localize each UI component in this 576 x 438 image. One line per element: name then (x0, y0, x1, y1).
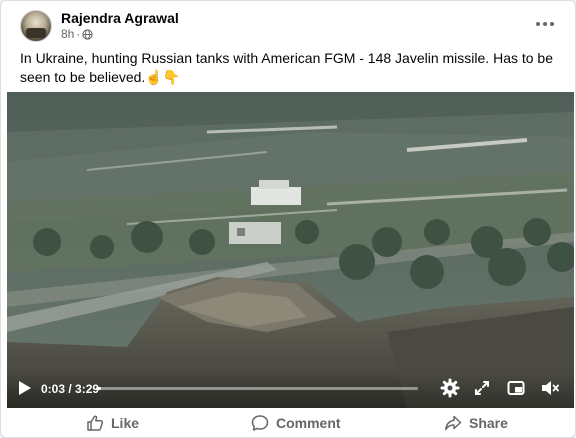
video-progress-bar[interactable] (96, 387, 418, 390)
post-timestamp[interactable]: 8h (61, 27, 74, 41)
post-card: Rajendra Agrawal 8h · In Ukraine, huntin… (0, 0, 576, 438)
post-caption: In Ukraine, hunting Russian tanks with A… (20, 50, 554, 85)
play-icon[interactable] (18, 380, 32, 396)
author-avatar[interactable] (20, 10, 52, 42)
fullscreen-icon[interactable] (472, 378, 492, 398)
settings-icon[interactable] (440, 378, 460, 398)
video-player[interactable]: 0:03 / 3:29 (7, 92, 574, 408)
comment-button[interactable]: Comment (251, 407, 341, 437)
thumbs-up-icon (87, 415, 104, 431)
post-meta: 8h · (61, 27, 93, 41)
video-progress-fill (96, 387, 101, 390)
video-frame (7, 92, 574, 408)
post-actions: Like Comment Share (1, 407, 575, 437)
more-horizontal-icon (536, 22, 540, 26)
globe-icon (82, 28, 93, 40)
more-options-button[interactable] (531, 13, 559, 35)
share-button[interactable]: Share (444, 407, 508, 437)
post-header: Rajendra Agrawal 8h · (1, 1, 575, 45)
volume-muted-icon[interactable] (540, 378, 560, 398)
meta-separator: · (76, 27, 81, 41)
share-label: Share (469, 415, 508, 431)
comment-icon (251, 415, 269, 431)
share-icon (445, 415, 462, 431)
more-dot (543, 22, 547, 26)
more-dot (550, 22, 554, 26)
picture-in-picture-icon[interactable] (506, 378, 526, 398)
video-time: 0:03 / 3:29 (41, 382, 100, 396)
like-label: Like (111, 415, 140, 431)
like-button[interactable]: Like (86, 407, 140, 437)
author-name[interactable]: Rajendra Agrawal (61, 10, 179, 26)
comment-label: Comment (276, 415, 341, 431)
